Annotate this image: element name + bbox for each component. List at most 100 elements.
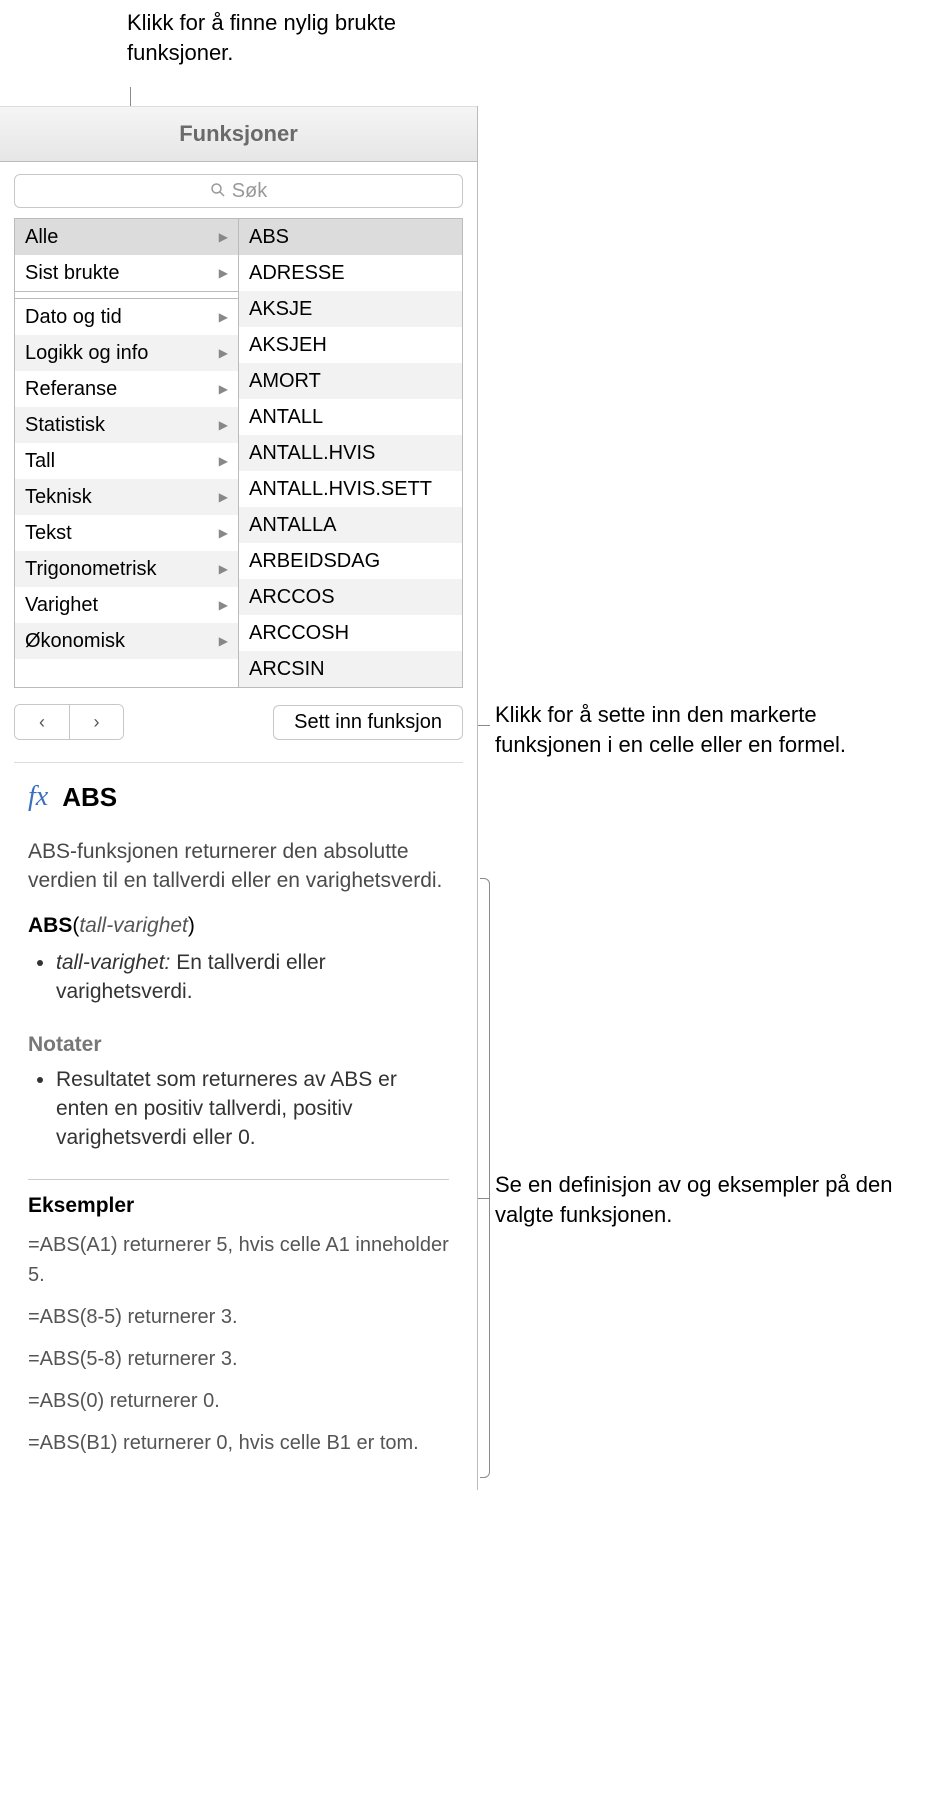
function-label: AKSJE <box>249 298 312 321</box>
function-aksje[interactable]: AKSJE <box>239 291 462 327</box>
notes-list: Resultatet som returneres av ABS er ente… <box>28 1065 449 1153</box>
category-separator <box>15 291 238 299</box>
nav-forward-button[interactable]: › <box>69 705 123 739</box>
functions-panel: Funksjoner Søk Alle ▶ Sist brukte ▶ Dato o… <box>0 106 478 1490</box>
category-sist-brukte[interactable]: Sist brukte ▶ <box>15 255 238 291</box>
function-arccos[interactable]: ARCCOS <box>239 579 462 615</box>
category-label: Alle <box>25 226 58 249</box>
category-varighet[interactable]: Varighet ▶ <box>15 587 238 623</box>
function-name: ABS <box>62 782 117 813</box>
function-label: ANTALL.HVIS.SETT <box>249 478 432 501</box>
under-browser-bar: ‹ › Sett inn funksjon <box>0 688 477 750</box>
category-logikk-og-info[interactable]: Logikk og info ▶ <box>15 335 238 371</box>
function-label: AMORT <box>249 370 321 393</box>
examples-title: Eksempler <box>28 1179 449 1218</box>
chevron-right-icon: ▶ <box>219 562 228 576</box>
function-column: ABS ADRESSE AKSJE AKSJEH AMORT ANTALL AN… <box>239 219 462 687</box>
chevron-right-icon: ▶ <box>219 382 228 396</box>
function-antalla[interactable]: ANTALLA <box>239 507 462 543</box>
notes-item: Resultatet som returneres av ABS er ente… <box>56 1065 449 1153</box>
search-wrap: Søk <box>0 162 477 218</box>
insert-function-button[interactable]: Sett inn funksjon <box>273 705 463 740</box>
chevron-right-icon: ▶ <box>219 526 228 540</box>
function-title-row: fx ABS <box>28 781 449 813</box>
category-label: Dato og tid <box>25 306 122 329</box>
category-label: Trigonometrisk <box>25 558 157 581</box>
function-browser: Alle ▶ Sist brukte ▶ Dato og tid ▶ Logikk o… <box>14 218 463 688</box>
chevron-right-icon: ▶ <box>219 490 228 504</box>
category-referanse[interactable]: Referanse ▶ <box>15 371 238 407</box>
function-adresse[interactable]: ADRESSE <box>239 255 462 291</box>
category-column: Alle ▶ Sist brukte ▶ Dato og tid ▶ Logikk o… <box>15 219 239 687</box>
category-label: Logikk og info <box>25 342 148 365</box>
syntax-param: tall-varighet <box>79 914 188 937</box>
function-label: ARCSIN <box>249 658 325 681</box>
function-aksjeh[interactable]: AKSJEH <box>239 327 462 363</box>
function-amort[interactable]: AMORT <box>239 363 462 399</box>
fx-icon: fx <box>28 781 48 813</box>
category-label: Økonomisk <box>25 630 125 653</box>
param-list: tall-varighet: En tallverdi eller varigh… <box>28 948 449 1007</box>
category-alle[interactable]: Alle ▶ <box>15 219 238 255</box>
nav-back-button[interactable]: ‹ <box>15 705 69 739</box>
function-arcsin[interactable]: ARCSIN <box>239 651 462 687</box>
function-abs[interactable]: ABS <box>239 219 462 255</box>
chevron-right-icon: ▶ <box>219 346 228 360</box>
category-statistisk[interactable]: Statistisk ▶ <box>15 407 238 443</box>
example-item: =ABS(5-8) returnerer 3. <box>28 1344 449 1374</box>
function-antall-hvis[interactable]: ANTALL.HVIS <box>239 435 462 471</box>
callout-bracket <box>480 878 490 1478</box>
chevron-right-icon: ▶ <box>219 418 228 432</box>
chevron-right-icon: ▶ <box>219 598 228 612</box>
function-label: ARCCOSH <box>249 622 349 645</box>
function-label: ANTALLA <box>249 514 336 537</box>
function-antall-hvis-sett[interactable]: ANTALL.HVIS.SETT <box>239 471 462 507</box>
function-label: ANTALL.HVIS <box>249 442 375 465</box>
category-dato-og-tid[interactable]: Dato og tid ▶ <box>15 299 238 335</box>
chevron-right-icon: ▶ <box>219 310 228 324</box>
category-label: Varighet <box>25 594 98 617</box>
param-item: tall-varighet: En tallverdi eller varigh… <box>56 948 449 1007</box>
function-label: ADRESSE <box>249 262 345 285</box>
function-label: ARCCOS <box>249 586 335 609</box>
category-okonomisk[interactable]: Økonomisk ▶ <box>15 623 238 659</box>
annotation-top: Klikk for å finne nylig brukte funksjone… <box>127 8 487 67</box>
chevron-right-icon: ▶ <box>219 266 228 280</box>
panel-title: Funksjoner <box>0 106 477 162</box>
category-teknisk[interactable]: Teknisk ▶ <box>15 479 238 515</box>
annotation-detail: Se en definisjon av og eksempler på den … <box>495 1170 915 1229</box>
chevron-right-icon: ▶ <box>219 634 228 648</box>
example-item: =ABS(B1) returnerer 0, hvis celle B1 er … <box>28 1428 449 1458</box>
function-arbeidsdag[interactable]: ARBEIDSDAG <box>239 543 462 579</box>
notes-title: Notater <box>28 1033 449 1057</box>
function-label: ABS <box>249 226 289 249</box>
search-icon <box>210 182 226 201</box>
category-label: Teknisk <box>25 486 92 509</box>
category-trigonometrisk[interactable]: Trigonometrisk ▶ <box>15 551 238 587</box>
function-label: AKSJEH <box>249 334 327 357</box>
chevron-right-icon: › <box>94 712 100 733</box>
category-label: Tall <box>25 450 55 473</box>
annotation-insert: Klikk for å sette inn den markerte funks… <box>495 700 915 759</box>
function-label: ANTALL <box>249 406 323 429</box>
function-label: ARBEIDSDAG <box>249 550 380 573</box>
search-input[interactable]: Søk <box>14 174 463 208</box>
function-arccosh[interactable]: ARCCOSH <box>239 615 462 651</box>
function-antall[interactable]: ANTALL <box>239 399 462 435</box>
example-item: =ABS(A1) returnerer 5, hvis celle A1 inn… <box>28 1230 449 1290</box>
example-item: =ABS(0) returnerer 0. <box>28 1386 449 1416</box>
function-description: ABS-funksjonen returnerer den absolutte … <box>28 837 449 896</box>
category-tall[interactable]: Tall ▶ <box>15 443 238 479</box>
search-placeholder: Søk <box>232 180 268 203</box>
chevron-right-icon: ▶ <box>219 454 228 468</box>
chevron-right-icon: ▶ <box>219 230 228 244</box>
category-label: Tekst <box>25 522 72 545</box>
category-label: Statistisk <box>25 414 105 437</box>
syntax-fn-name: ABS <box>28 914 72 937</box>
example-item: =ABS(8-5) returnerer 3. <box>28 1302 449 1332</box>
category-tekst[interactable]: Tekst ▶ <box>15 515 238 551</box>
category-label: Referanse <box>25 378 117 401</box>
function-syntax: ABS(tall-varighet) <box>28 914 449 938</box>
param-item-name: tall-varighet: <box>56 951 170 974</box>
category-label: Sist brukte <box>25 262 119 285</box>
